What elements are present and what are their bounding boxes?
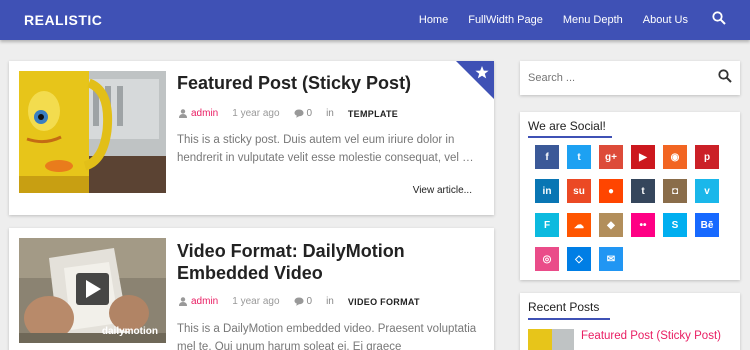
dropbox-icon[interactable]: ◇ bbox=[567, 247, 591, 271]
dribbble-icon[interactable]: ◎ bbox=[535, 247, 559, 271]
youtube-icon[interactable]: ▶ bbox=[631, 145, 655, 169]
search-icon[interactable] bbox=[712, 10, 726, 30]
instagram-icon[interactable]: ◘ bbox=[663, 179, 687, 203]
stumbleupon-icon[interactable]: su bbox=[567, 179, 591, 203]
search-submit-icon[interactable] bbox=[718, 69, 732, 88]
facebook-icon[interactable]: f bbox=[535, 145, 559, 169]
widget-title-underline bbox=[528, 318, 610, 320]
widget-title: We are Social! bbox=[528, 119, 606, 133]
post-title[interactable]: Featured Post (Sticky Post) bbox=[177, 72, 477, 94]
recent-post-thumbnail[interactable] bbox=[528, 329, 574, 350]
sidebar-social-widget: We are Social! f t g+ ▶ ◉ p in su ● t ◘ v F ☁ ◆ •• S Bē ◎ ◇… bbox=[520, 112, 740, 280]
post-in-label: in bbox=[326, 296, 334, 307]
foursquare-icon[interactable]: F bbox=[535, 213, 559, 237]
vimeo-icon[interactable]: v bbox=[695, 179, 719, 203]
mug-image bbox=[19, 71, 166, 193]
post-category[interactable]: TEMPLATE bbox=[348, 109, 398, 119]
post-date: 1 year ago bbox=[232, 108, 280, 119]
comment-icon bbox=[294, 297, 304, 306]
nav-home[interactable]: Home bbox=[419, 14, 448, 26]
sidebar-recent-posts-widget: Recent Posts Featured Post (Sticky Post) bbox=[520, 293, 740, 350]
post-date: 1 year ago bbox=[232, 296, 280, 307]
linkedin-icon[interactable]: in bbox=[535, 179, 559, 203]
post-thumbnail[interactable] bbox=[19, 71, 166, 193]
post-meta: admin 1 year ago 0 in VIDEO FORMAT bbox=[179, 296, 434, 307]
soundcloud-icon[interactable]: ☁ bbox=[567, 213, 591, 237]
post-excerpt: This is a sticky post. Duis autem vel eu… bbox=[177, 134, 474, 164]
post-in-label: in bbox=[326, 108, 334, 119]
nav-menu-depth[interactable]: Menu Depth bbox=[563, 14, 623, 26]
github-icon[interactable]: ◆ bbox=[599, 213, 623, 237]
email-icon[interactable]: ✉ bbox=[599, 247, 623, 271]
post-meta: admin 1 year ago 0 in TEMPLATE bbox=[179, 108, 412, 119]
widget-title-underline bbox=[528, 136, 612, 138]
nav-about-us[interactable]: About Us bbox=[643, 14, 688, 26]
post-card-featured: Featured Post (Sticky Post) admin 1 year… bbox=[9, 61, 494, 215]
view-article-link[interactable]: View article... bbox=[413, 185, 472, 196]
google-plus-icon[interactable]: g+ bbox=[599, 145, 623, 169]
post-author[interactable]: admin bbox=[191, 296, 218, 307]
post-category[interactable]: VIDEO FORMAT bbox=[348, 297, 420, 307]
post-card-video: dailymotion Video Format: DailyMotion Em… bbox=[9, 228, 494, 350]
recent-post-link[interactable]: Featured Post (Sticky Post) bbox=[581, 330, 721, 342]
sticky-star-icon bbox=[456, 61, 494, 99]
social-icon-grid: f t g+ ▶ ◉ p in su ● t ◘ v F ☁ ◆ •• S Bē ◎ ◇ ✉ bbox=[535, 145, 719, 271]
main-nav: Home FullWidth Page Menu Depth About Us bbox=[419, 0, 750, 40]
top-navbar: REALISTIC Home FullWidth Page Menu Depth… bbox=[0, 0, 750, 40]
behance-icon[interactable]: Bē bbox=[695, 213, 719, 237]
tumblr-icon[interactable]: t bbox=[631, 179, 655, 203]
user-icon bbox=[179, 109, 187, 118]
flickr-icon[interactable]: •• bbox=[631, 213, 655, 237]
twitter-icon[interactable]: t bbox=[567, 145, 591, 169]
widget-title: Recent Posts bbox=[528, 300, 600, 314]
post-comment-count[interactable]: 0 bbox=[307, 108, 313, 119]
user-icon bbox=[179, 297, 187, 306]
sidebar-search-input[interactable] bbox=[520, 61, 740, 95]
post-title[interactable]: Video Format: DailyMotion Embedded Video bbox=[177, 240, 477, 284]
reddit-icon[interactable]: ● bbox=[599, 179, 623, 203]
skype-icon[interactable]: S bbox=[663, 213, 687, 237]
rss-icon[interactable]: ◉ bbox=[663, 145, 687, 169]
post-thumbnail[interactable]: dailymotion bbox=[19, 238, 166, 343]
video-watermark: dailymotion bbox=[101, 326, 158, 337]
comment-icon bbox=[294, 109, 304, 118]
post-excerpt: This is a DailyMotion embedded video. Pr… bbox=[177, 323, 477, 350]
pinterest-icon[interactable]: p bbox=[695, 145, 719, 169]
site-logo[interactable]: REALISTIC bbox=[24, 12, 102, 28]
nav-fullwidth-page[interactable]: FullWidth Page bbox=[468, 14, 543, 26]
sidebar-search-widget bbox=[520, 61, 740, 95]
post-comment-count[interactable]: 0 bbox=[307, 296, 313, 307]
post-author[interactable]: admin bbox=[191, 108, 218, 119]
